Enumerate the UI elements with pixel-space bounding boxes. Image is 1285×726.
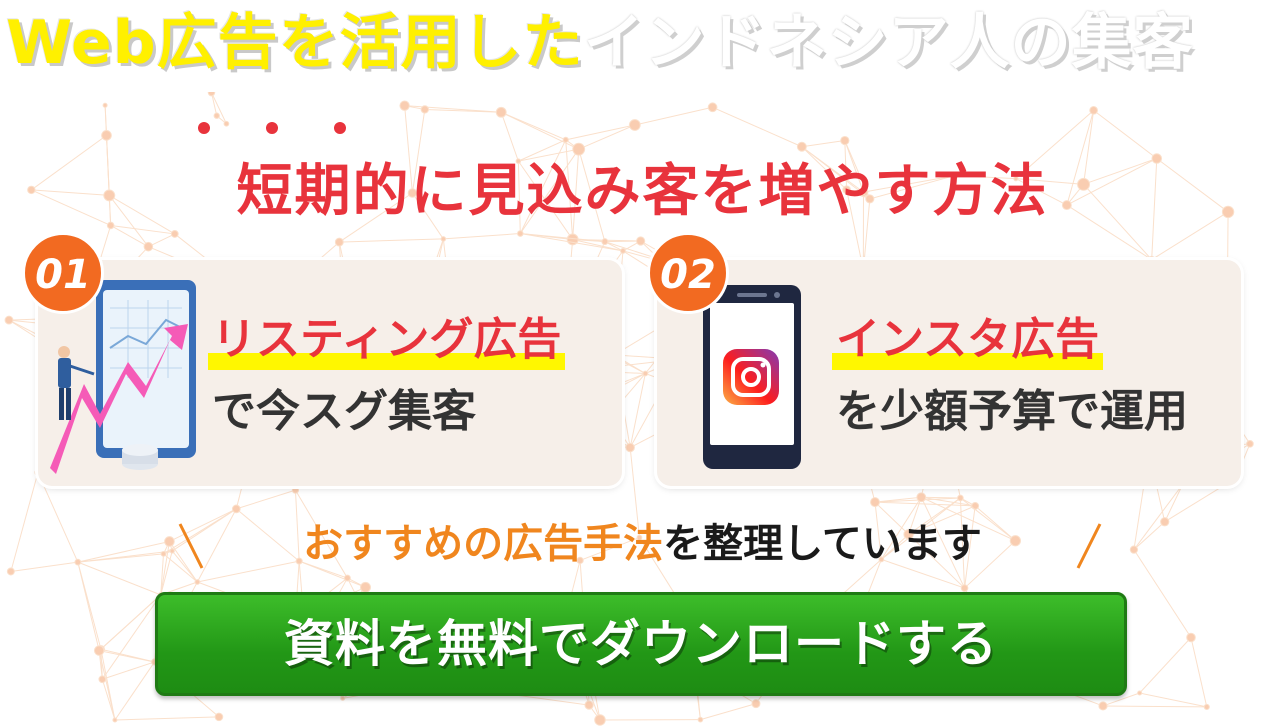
- headline-yellow: Web広告を活用した: [6, 8, 584, 78]
- subtitle: 短期的に見込み客を増やす方法: [236, 159, 1049, 224]
- recommend-highlight: おすすめの広告手法: [303, 521, 664, 567]
- card-title-instagram: インスタ広告: [832, 310, 1104, 370]
- badge-number-01: 01: [22, 232, 104, 314]
- download-cta-button[interactable]: 資料を無料でダウンロードする: [155, 592, 1127, 696]
- headline: Web広告を活用したインドネシア人の集客: [6, 2, 1194, 84]
- recommend-rest: を整理しています: [663, 521, 982, 567]
- headline-white: インドネシア人の集客: [583, 8, 1194, 78]
- badge-number-02: 02: [647, 232, 729, 314]
- card-desc-listing: で今スグ集客: [212, 386, 476, 437]
- card-desc-instagram: を少額予算で運用: [836, 386, 1188, 437]
- slash-right-icon: [1076, 523, 1102, 569]
- instagram-phone-icon: [703, 285, 801, 469]
- card-title-listing: リスティング広告: [208, 310, 566, 370]
